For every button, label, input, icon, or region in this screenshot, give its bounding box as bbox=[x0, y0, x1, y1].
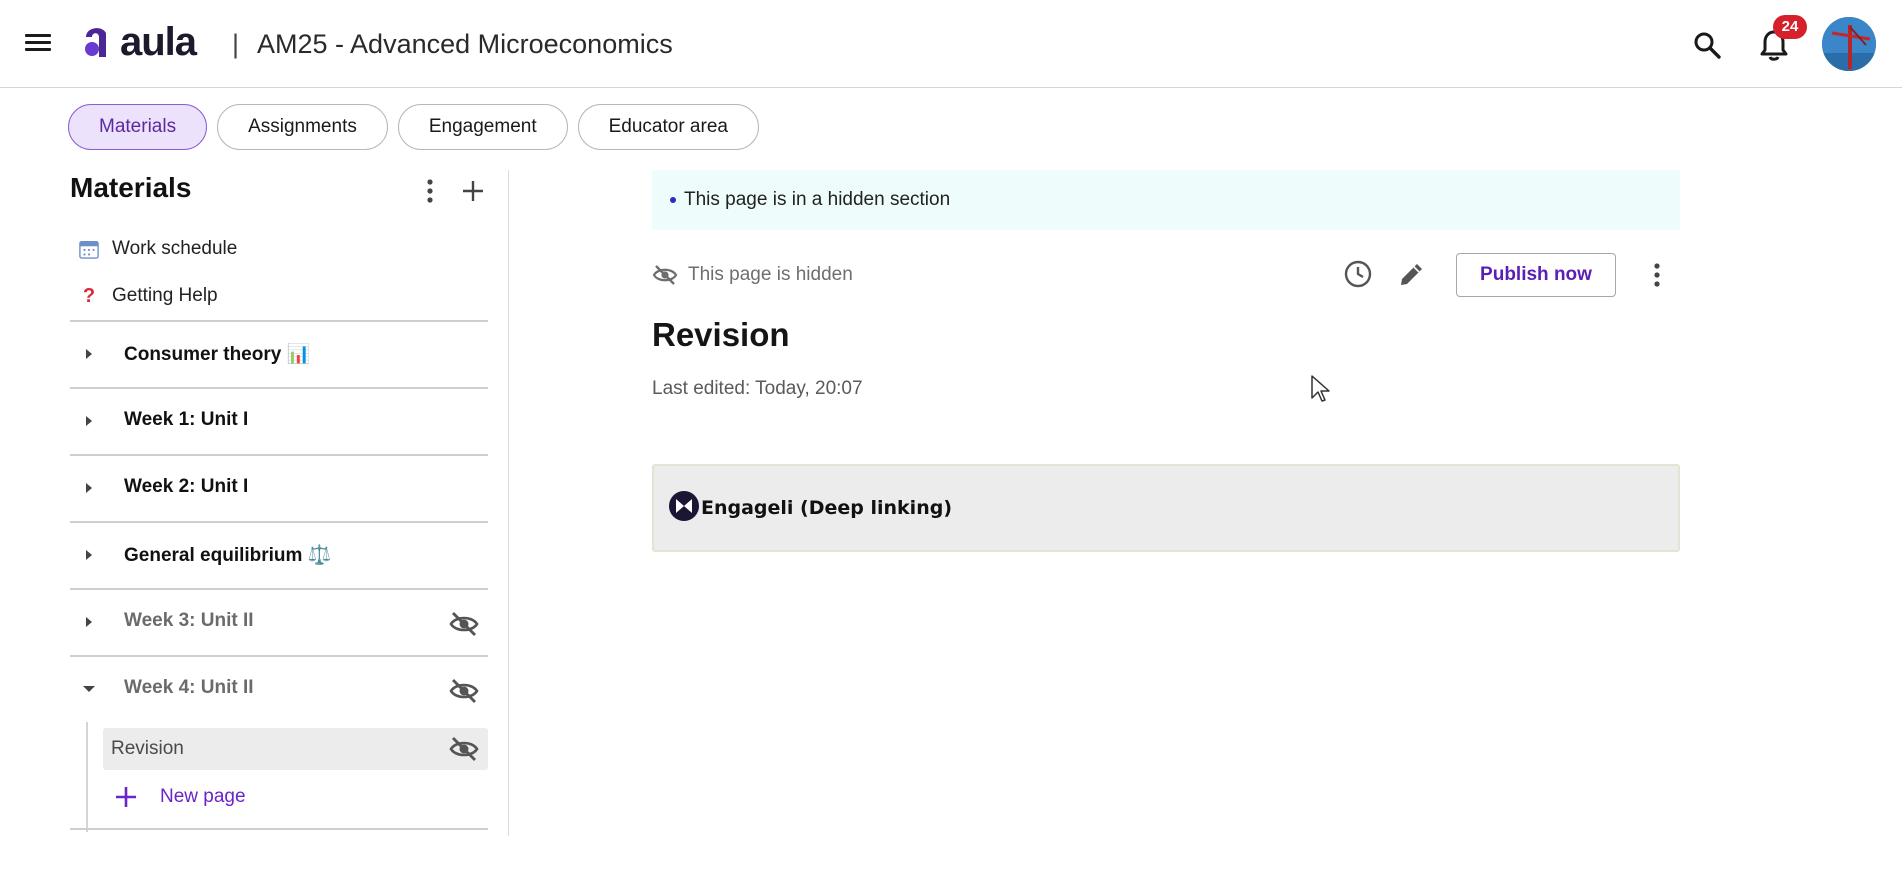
section-label: Week 3: Unit II bbox=[124, 610, 254, 631]
tab-materials[interactable]: Materials bbox=[68, 104, 208, 150]
search-icon[interactable] bbox=[1692, 30, 1722, 60]
sidebar-item-label: Work schedule bbox=[112, 238, 238, 259]
clock-icon[interactable] bbox=[1343, 259, 1373, 289]
caret-down-icon bbox=[83, 686, 95, 692]
course-title: | AM25 - Advanced Microeconomics bbox=[232, 28, 673, 60]
page-label: Revision bbox=[111, 738, 184, 759]
plus-icon bbox=[116, 787, 136, 807]
caret-right-icon bbox=[86, 416, 92, 426]
bullet-icon bbox=[670, 197, 676, 203]
caret-right-icon bbox=[86, 617, 92, 627]
publish-now-button[interactable]: Publish now bbox=[1456, 253, 1616, 297]
question-icon: ? bbox=[82, 284, 96, 307]
calendar-icon bbox=[78, 238, 100, 260]
hidden-status: This page is hidden bbox=[652, 262, 853, 288]
sidebar-divider bbox=[508, 170, 509, 836]
caret-right-icon bbox=[86, 349, 92, 359]
engageli-logo-icon bbox=[669, 491, 699, 521]
aula-logo-mark-icon bbox=[85, 28, 106, 57]
tab-engagement[interactable]: Engagement bbox=[397, 104, 568, 150]
eye-off-icon[interactable] bbox=[448, 677, 480, 705]
caret-right-icon bbox=[86, 483, 92, 493]
engageli-embed[interactable]: Engageli (Deep linking) bbox=[652, 464, 1680, 552]
eye-off-icon bbox=[652, 265, 678, 285]
embed-label: Engageli (Deep linking) bbox=[701, 497, 953, 519]
sidebar-item-getting-help[interactable]: ? Getting Help bbox=[78, 281, 218, 311]
logo-text: aula bbox=[120, 20, 197, 64]
more-options-icon[interactable] bbox=[1645, 260, 1669, 290]
new-page-label: New page bbox=[160, 786, 246, 807]
add-icon[interactable] bbox=[458, 176, 488, 206]
pencil-icon[interactable] bbox=[1397, 259, 1427, 289]
tab-assignments[interactable]: Assignments bbox=[217, 104, 388, 150]
sidebar-page-revision[interactable]: Revision bbox=[103, 728, 488, 770]
section-week-4[interactable]: Week 4: Unit II bbox=[70, 655, 488, 722]
eye-off-icon[interactable] bbox=[448, 610, 480, 638]
notification-badge: 24 bbox=[1773, 15, 1807, 39]
section-label: Week 4: Unit II bbox=[124, 677, 254, 698]
section-label: Week 2: Unit I bbox=[124, 476, 249, 497]
section-consumer-theory[interactable]: Consumer theory 📊 bbox=[70, 320, 488, 387]
section-week-1[interactable]: Week 1: Unit I bbox=[70, 387, 488, 454]
avatar[interactable] bbox=[1822, 17, 1876, 71]
menu-icon[interactable] bbox=[22, 30, 54, 58]
section-week-3[interactable]: Week 3: Unit II bbox=[70, 588, 488, 655]
course-name: AM25 - Advanced Microeconomics bbox=[257, 29, 673, 59]
section-general-equilibrium[interactable]: General equilibrium ⚖️ bbox=[70, 521, 488, 588]
last-edited: Last edited: Today, 20:07 bbox=[652, 378, 863, 399]
more-options-icon[interactable] bbox=[418, 176, 442, 206]
sidebar-divider-line bbox=[70, 828, 488, 830]
title-separator: | bbox=[232, 29, 240, 59]
hidden-section-notice: This page is in a hidden section bbox=[652, 170, 1680, 230]
course-tabs: Materials Assignments Engagement Educato… bbox=[68, 104, 759, 150]
tree-line bbox=[86, 722, 88, 832]
section-label: Week 1: Unit I bbox=[124, 409, 249, 430]
tab-educator-area[interactable]: Educator area bbox=[577, 104, 759, 150]
eye-off-icon[interactable] bbox=[448, 735, 480, 763]
materials-sidebar: Materials Work schedule ? Getting Help C… bbox=[70, 170, 488, 840]
page-title: Revision bbox=[652, 316, 790, 353]
sidebar-item-label: Getting Help bbox=[112, 285, 218, 306]
section-label: Consumer theory 📊 bbox=[124, 344, 311, 365]
new-page-button[interactable]: New page bbox=[114, 780, 246, 814]
aula-logo[interactable]: aula bbox=[82, 20, 197, 64]
hidden-status-text: This page is hidden bbox=[688, 264, 853, 285]
sidebar-item-work-schedule[interactable]: Work schedule bbox=[78, 234, 237, 264]
notice-text: This page is in a hidden section bbox=[684, 189, 951, 210]
top-bar: aula | AM25 - Advanced Microeconomics 24 bbox=[0, 0, 1902, 88]
avatar-image bbox=[1822, 17, 1876, 71]
section-week-2[interactable]: Week 2: Unit I bbox=[70, 454, 488, 521]
mouse-cursor-icon bbox=[1311, 375, 1330, 402]
sidebar-title: Materials bbox=[70, 172, 192, 203]
caret-right-icon bbox=[86, 550, 92, 560]
section-label: General equilibrium ⚖️ bbox=[124, 545, 332, 566]
